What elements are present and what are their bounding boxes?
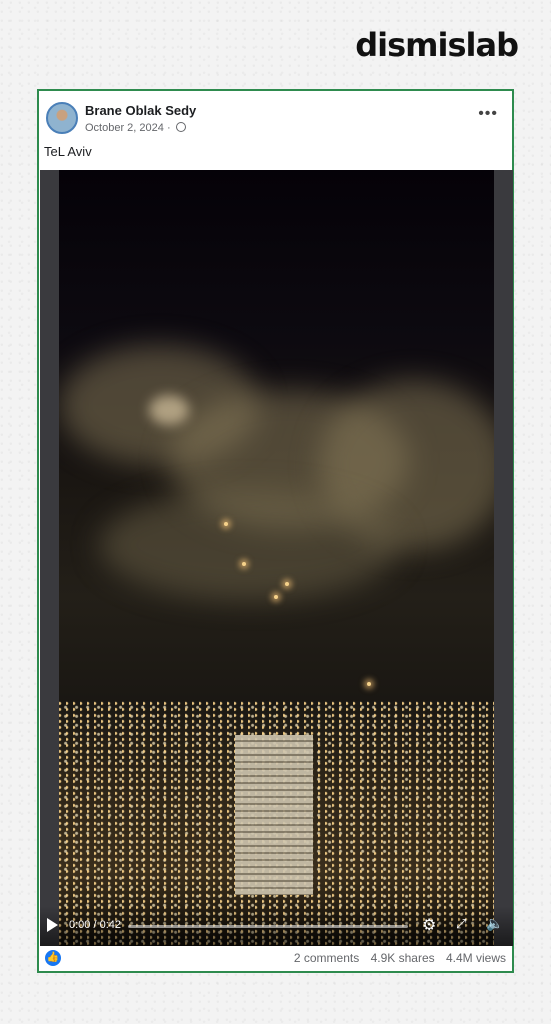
video-frame bbox=[59, 170, 494, 946]
mute-icon[interactable]: 🔈 bbox=[486, 916, 503, 932]
post-stats: 2 comments 4.9K shares 4.4M views bbox=[286, 951, 506, 965]
comments-count[interactable]: 2 comments bbox=[294, 951, 359, 965]
settings-icon[interactable]: ⚙ bbox=[422, 915, 436, 934]
post-caption: TeL Aviv bbox=[44, 144, 92, 159]
video-player[interactable]: 0:00 / 0:42 ⚙ ⤢ 🔈 bbox=[40, 170, 513, 946]
avatar[interactable] bbox=[46, 102, 78, 134]
post-footer: 👍 2 comments 4.9K shares 4.4M views bbox=[39, 945, 512, 971]
more-options-button[interactable]: ••• bbox=[478, 105, 498, 123]
post-meta: October 2, 2024 · bbox=[85, 122, 186, 134]
brand-logo: dismislab bbox=[355, 26, 519, 64]
post-date[interactable]: October 2, 2024 bbox=[85, 122, 164, 134]
views-count: 4.4M views bbox=[445, 951, 506, 965]
fullscreen-icon[interactable]: ⤢ bbox=[456, 917, 466, 932]
video-controls: 0:00 / 0:42 ⚙ ⤢ 🔈 bbox=[40, 906, 513, 946]
post-author[interactable]: Brane Oblak Sedy bbox=[85, 103, 196, 118]
play-icon[interactable] bbox=[47, 918, 58, 932]
globe-icon bbox=[175, 122, 186, 132]
video-progress-bar[interactable] bbox=[128, 925, 408, 928]
meta-separator: · bbox=[166, 122, 171, 134]
tower-building bbox=[235, 735, 313, 895]
facebook-post-card: Brane Oblak Sedy October 2, 2024 · ••• T… bbox=[37, 89, 514, 973]
video-time: 0:00 / 0:42 bbox=[69, 919, 121, 931]
like-reaction-icon[interactable]: 👍 bbox=[45, 950, 61, 966]
shares-count[interactable]: 4.9K shares bbox=[371, 951, 435, 965]
